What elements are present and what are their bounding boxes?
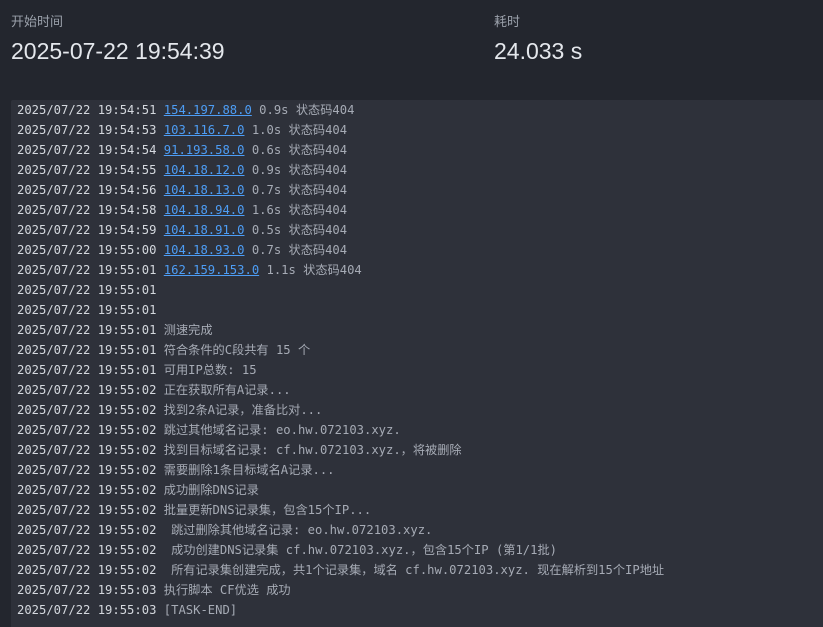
log-message: 1.6s 状态码404: [251, 203, 348, 217]
log-timestamp: 2025/07/22 19:55:02: [17, 503, 157, 517]
log-timestamp: 2025/07/22 19:55:02: [17, 483, 157, 497]
log-line: 2025/07/22 19:55:02 找到目标域名记录: cf.hw.0721…: [11, 440, 823, 460]
log-timestamp: 2025/07/22 19:55:02: [17, 563, 157, 577]
log-line: 2025/07/22 19:55:02 跳过其他域名记录: eo.hw.0721…: [11, 420, 823, 440]
log-timestamp: 2025/07/22 19:55:01: [17, 263, 157, 277]
log-timestamp: 2025/07/22 19:54:51: [17, 103, 157, 117]
log-timestamp: 2025/07/22 19:54:53: [17, 123, 157, 137]
log-timestamp: 2025/07/22 19:54:58: [17, 203, 157, 217]
log-output-panel[interactable]: 2025/07/22 19:54:51 154.197.88.0 0.9s 状态…: [11, 100, 823, 627]
log-timestamp: 2025/07/22 19:54:55: [17, 163, 157, 177]
log-message: 找到目标域名记录: cf.hw.072103.xyz.，将被删除: [163, 443, 462, 457]
log-timestamp: 2025/07/22 19:55:02: [17, 463, 157, 477]
log-line: 2025/07/22 19:55:01 可用IP总数: 15: [11, 360, 823, 380]
log-message: 测速完成: [163, 323, 213, 337]
start-time-value: 2025-07-22 19:54:39: [11, 38, 225, 64]
log-line: 2025/07/22 19:55:02 需要删除1条目标域名A记录...: [11, 460, 823, 480]
log-ip-link[interactable]: 104.18.91.0: [164, 223, 245, 237]
log-line: 2025/07/22 19:54:54 91.193.58.0 0.6s 状态码…: [11, 140, 823, 160]
log-timestamp: 2025/07/22 19:54:59: [17, 223, 157, 237]
log-timestamp: 2025/07/22 19:55:03: [17, 603, 157, 617]
log-message: 0.6s 状态码404: [251, 143, 348, 157]
log-message: 成功创建DNS记录集 cf.hw.072103.xyz.，包含15个IP (第1…: [163, 543, 558, 557]
log-timestamp: 2025/07/22 19:55:02: [17, 543, 157, 557]
log-line: 2025/07/22 19:54:59 104.18.91.0 0.5s 状态码…: [11, 220, 823, 240]
log-timestamp: 2025/07/22 19:55:02: [17, 423, 157, 437]
log-line: 2025/07/22 19:55:02 批量更新DNS记录集，包含15个IP..…: [11, 500, 823, 520]
log-message: 0.7s 状态码404: [251, 243, 348, 257]
duration-label: 耗时: [494, 14, 521, 29]
log-message: 正在获取所有A记录...: [163, 383, 291, 397]
log-message: 成功删除DNS记录: [163, 483, 259, 497]
start-time-label: 开始时间: [11, 14, 64, 29]
log-line: 2025/07/22 19:55:02 跳过删除其他域名记录: eo.hw.07…: [11, 520, 823, 540]
log-timestamp: 2025/07/22 19:55:02: [17, 403, 157, 417]
log-timestamp: 2025/07/22 19:55:01: [17, 343, 157, 357]
log-ip-link[interactable]: 162.159.153.0: [164, 263, 259, 277]
log-line: 2025/07/22 19:55:02 成功删除DNS记录: [11, 480, 823, 500]
log-timestamp: 2025/07/22 19:55:01: [17, 363, 157, 377]
log-line: 2025/07/22 19:55:02 正在获取所有A记录...: [11, 380, 823, 400]
log-message: 1.0s 状态码404: [251, 123, 348, 137]
log-timestamp: 2025/07/22 19:55:02: [17, 383, 157, 397]
log-ip-link[interactable]: 91.193.58.0: [164, 143, 245, 157]
log-timestamp: 2025/07/22 19:55:01: [17, 323, 157, 337]
log-message: 0.9s 状态码404: [251, 163, 348, 177]
log-ip-link[interactable]: 104.18.13.0: [164, 183, 245, 197]
log-ip-link[interactable]: 154.197.88.0: [164, 103, 252, 117]
log-message: 跳过删除其他域名记录: eo.hw.072103.xyz.: [163, 523, 433, 537]
log-ip-link[interactable]: 104.18.93.0: [164, 243, 245, 257]
log-message: 0.9s 状态码404: [259, 103, 355, 117]
task-stats: 开始时间 2025-07-22 19:54:39 耗时 24.033 s: [0, 0, 823, 92]
log-message: 可用IP总数: 15: [163, 363, 257, 377]
log-message: [TASK-END]: [163, 603, 238, 617]
log-message: 找到2条A记录，准备比对...: [163, 403, 323, 417]
log-line: 2025/07/22 19:55:01 符合条件的C段共有 15 个: [11, 340, 823, 360]
log-message: 批量更新DNS记录集，包含15个IP...: [163, 503, 372, 517]
duration-value: 24.033 s: [494, 38, 583, 64]
log-line: 2025/07/22 19:55:01 162.159.153.0 1.1s 状…: [11, 260, 823, 280]
log-line: 2025/07/22 19:55:03 [TASK-END]: [11, 600, 823, 620]
log-line: 2025/07/22 19:54:56 104.18.13.0 0.7s 状态码…: [11, 180, 823, 200]
log-line: 2025/07/22 19:55:02 所有记录集创建完成，共1个记录集，域名 …: [11, 560, 823, 580]
log-message: 所有记录集创建完成，共1个记录集，域名 cf.hw.072103.xyz. 现在…: [163, 563, 665, 577]
log-timestamp: 2025/07/22 19:55:03: [17, 583, 157, 597]
log-timestamp: 2025/07/22 19:55:02: [17, 443, 157, 457]
log-line: 2025/07/22 19:55:02 成功创建DNS记录集 cf.hw.072…: [11, 540, 823, 560]
log-line: 2025/07/22 19:55:01: [11, 280, 823, 300]
log-line: 2025/07/22 19:54:58 104.18.94.0 1.6s 状态码…: [11, 200, 823, 220]
log-message: 1.1s 状态码404: [266, 263, 362, 277]
log-timestamp: 2025/07/22 19:54:54: [17, 143, 157, 157]
log-message: 执行脚本 CF优选 成功: [163, 583, 291, 597]
log-message: 跳过其他域名记录: eo.hw.072103.xyz.: [163, 423, 401, 437]
log-timestamp: 2025/07/22 19:54:56: [17, 183, 157, 197]
log-line: 2025/07/22 19:55:01 测速完成: [11, 320, 823, 340]
log-timestamp: 2025/07/22 19:55:01: [17, 303, 157, 317]
log-timestamp: 2025/07/22 19:55:01: [17, 283, 157, 297]
log-ip-link[interactable]: 104.18.94.0: [164, 203, 245, 217]
log-ip-link[interactable]: 104.18.12.0: [164, 163, 245, 177]
log-line: 2025/07/22 19:54:51 154.197.88.0 0.9s 状态…: [11, 100, 823, 120]
log-line: 2025/07/22 19:55:03 执行脚本 CF优选 成功: [11, 580, 823, 600]
log-message: 符合条件的C段共有 15 个: [163, 343, 311, 357]
log-line: 2025/07/22 19:54:53 103.116.7.0 1.0s 状态码…: [11, 120, 823, 140]
log-timestamp: 2025/07/22 19:55:00: [17, 243, 157, 257]
log-line: 2025/07/22 19:55:00 104.18.93.0 0.7s 状态码…: [11, 240, 823, 260]
log-line: 2025/07/22 19:55:02 找到2条A记录，准备比对...: [11, 400, 823, 420]
log-timestamp: 2025/07/22 19:55:02: [17, 523, 157, 537]
log-line: 2025/07/22 19:54:55 104.18.12.0 0.9s 状态码…: [11, 160, 823, 180]
log-message: 需要删除1条目标域名A记录...: [163, 463, 335, 477]
log-line: 2025/07/22 19:55:01: [11, 300, 823, 320]
log-message: 0.5s 状态码404: [251, 223, 348, 237]
log-message: 0.7s 状态码404: [251, 183, 348, 197]
log-ip-link[interactable]: 103.116.7.0: [164, 123, 245, 137]
